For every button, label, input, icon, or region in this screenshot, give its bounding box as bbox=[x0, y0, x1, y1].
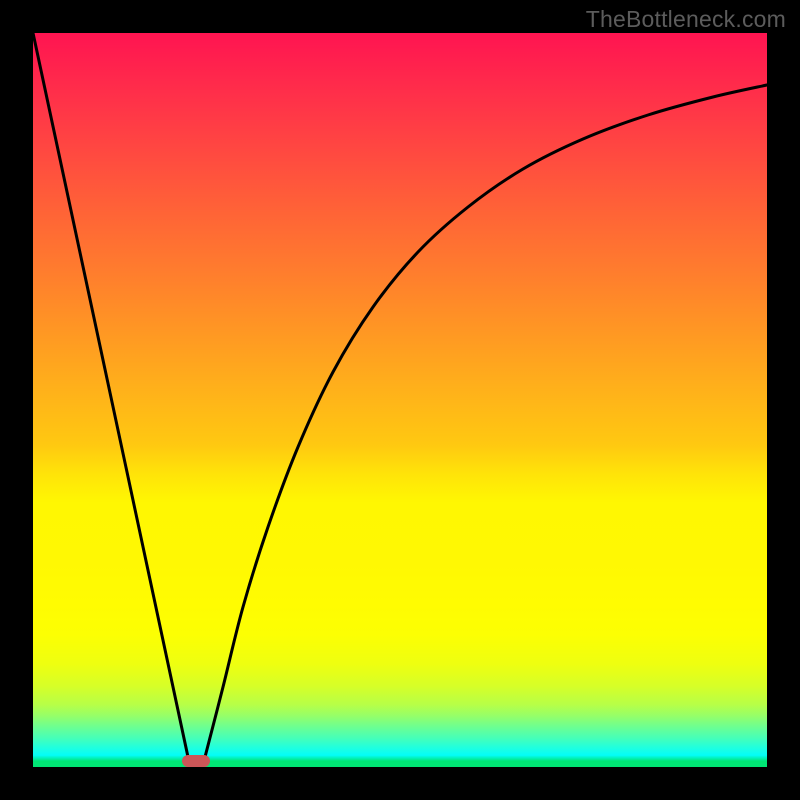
chart-min-marker bbox=[182, 755, 210, 767]
chart-right-curve bbox=[205, 85, 767, 757]
chart-left-descent bbox=[33, 33, 188, 757]
chart-frame: TheBottleneck.com bbox=[0, 0, 800, 800]
chart-curve bbox=[33, 33, 767, 767]
chart-plot-area bbox=[33, 33, 767, 767]
watermark-text: TheBottleneck.com bbox=[586, 6, 786, 33]
